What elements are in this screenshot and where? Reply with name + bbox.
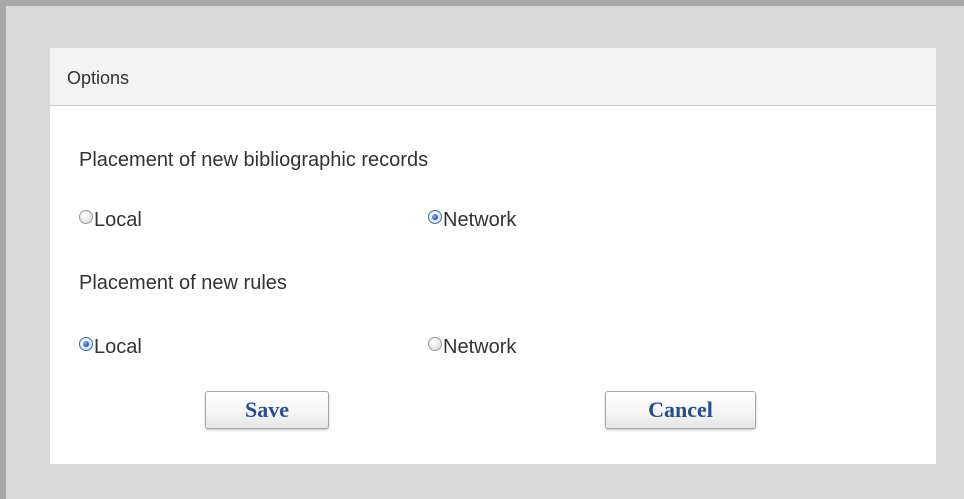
rules-network-radio[interactable]: Network xyxy=(428,335,516,359)
rules-local-radio[interactable]: Local xyxy=(79,335,142,359)
bib-records-local-radio[interactable]: Local xyxy=(79,208,142,232)
dialog-header: Options xyxy=(50,48,936,106)
bib-records-network-label: Network xyxy=(443,209,517,231)
dialog-title: Options xyxy=(67,68,130,88)
bib-records-local-label: Local xyxy=(94,209,142,231)
radio-unselected-icon[interactable] xyxy=(428,337,442,351)
rules-network-label: Network xyxy=(443,336,517,358)
save-button[interactable]: Save xyxy=(205,391,329,429)
bib-records-network-radio[interactable]: Network xyxy=(428,208,516,232)
options-dialog: Options Placement of new bibliographic r… xyxy=(50,48,936,464)
radio-selected-icon[interactable] xyxy=(79,337,93,351)
rules-local-label: Local xyxy=(94,336,142,358)
radio-selected-icon[interactable] xyxy=(428,210,442,224)
cancel-button[interactable]: Cancel xyxy=(605,391,756,429)
bib-records-placement-label: Placement of new bibliographic records xyxy=(79,149,429,171)
rules-placement-label: Placement of new rules xyxy=(79,272,287,294)
radio-unselected-icon[interactable] xyxy=(79,210,93,224)
